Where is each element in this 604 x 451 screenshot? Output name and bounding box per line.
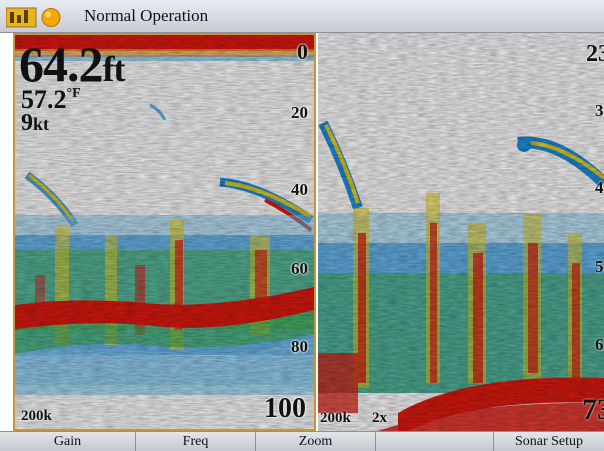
blank-softkey[interactable] — [376, 432, 494, 451]
zoom-scale-53: 53 — [595, 257, 604, 276]
temperature-unit: °F — [66, 86, 81, 101]
sonar-setup-softkey[interactable]: Sonar Setup — [494, 432, 604, 451]
gps-status-icon — [6, 7, 37, 28]
depth-scale-40: 40 — [291, 180, 308, 199]
depth-unit: ft — [102, 49, 126, 89]
softkey-bar: Gain Freq Zoom Sonar Setup — [0, 431, 604, 451]
zoom-softkey[interactable]: Zoom — [256, 432, 376, 451]
gain-softkey[interactable]: Gain — [0, 432, 136, 451]
sun-icon — [41, 8, 61, 27]
zoom-scale-73: 73 — [582, 393, 604, 426]
depth-scale-80: 80 — [291, 337, 308, 356]
zoom-scale-23: 23 — [586, 41, 604, 67]
speed-readout: 9kt — [21, 111, 49, 135]
title-bar: Normal Operation — [0, 0, 604, 33]
depth-scale-60: 60 — [291, 259, 308, 278]
sonar-zoom-pane[interactable]: 23 33 43 53 63 73 200k 2x — [318, 33, 604, 431]
depth-scale-100: 100 — [264, 393, 306, 424]
sonar-left-pane[interactable]: 64.2ft 57.2°F 9kt 0 20 40 60 80 100 200k — [13, 33, 316, 431]
page-title: Normal Operation — [84, 6, 209, 25]
speed-value: 9 — [21, 110, 33, 136]
freq-softkey[interactable]: Freq — [136, 432, 256, 451]
frequency-label: 200k — [21, 408, 52, 424]
speed-unit: kt — [33, 114, 50, 134]
zoom-scale-63: 63 — [595, 335, 604, 354]
depth-readout: 64.2ft — [19, 36, 126, 92]
zoom-scale-33: 33 — [595, 101, 604, 120]
zoom-frequency-label: 200k — [320, 410, 351, 426]
sonar-zoom-display — [318, 33, 604, 431]
zoom-level-label: 2x — [372, 410, 387, 426]
depth-scale-0: 0 — [297, 39, 308, 64]
depth-value: 64.2 — [19, 36, 103, 92]
zoom-scale-43: 43 — [595, 178, 604, 197]
depth-scale-20: 20 — [291, 103, 308, 122]
status-icons — [6, 7, 61, 28]
